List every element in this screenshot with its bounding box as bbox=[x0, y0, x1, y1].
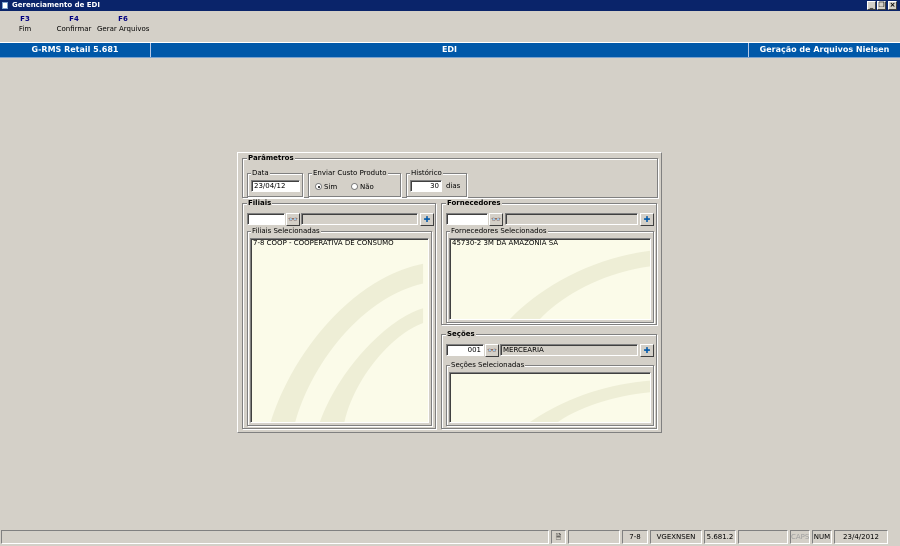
filiais-list[interactable]: 7-8 COOP - COOPERATIVA DE CONSUMO bbox=[250, 238, 429, 423]
status-document-cell[interactable]: 🗎 bbox=[551, 530, 566, 544]
fornecedores-list[interactable]: 45730-2 3M DA AMAZONIA SA bbox=[449, 238, 651, 320]
header-module: EDI bbox=[151, 43, 749, 57]
header-function: Geração de Arquivos Nielsen bbox=[759, 45, 890, 54]
radio-checked-icon bbox=[315, 183, 322, 190]
fornecedor-code-input[interactable] bbox=[446, 213, 488, 225]
parametros-title: Parâmetros bbox=[247, 154, 295, 162]
filiais-selecionadas-label: Filiais Selecionadas bbox=[251, 227, 321, 235]
fornecedores-selecionados-label: Fornecedores Selecionados bbox=[450, 227, 548, 235]
historico-unit: dias bbox=[446, 182, 461, 190]
close-button[interactable]: × bbox=[888, 1, 897, 10]
historico-label: Histórico bbox=[410, 169, 443, 177]
status-empty-cell bbox=[568, 530, 620, 544]
parametros-group: Parâmetros Data 23/04/12 Enviar Custo Pr… bbox=[242, 154, 658, 198]
watermark-swoosh bbox=[530, 380, 650, 422]
fornecedores-group: Fornecedores 👓 ✚ Fornecedores Selecionad… bbox=[441, 199, 657, 325]
toolbar-key: F3 bbox=[20, 15, 30, 23]
secao-search-button[interactable]: 👓 bbox=[485, 344, 499, 357]
data-label: Data bbox=[251, 169, 270, 177]
fornecedores-selecionados-group: Fornecedores Selecionados 45730-2 3M DA … bbox=[446, 227, 654, 323]
binoculars-icon: 👓 bbox=[487, 346, 497, 355]
enviar-custo-group: Enviar Custo Produto Sim Não bbox=[308, 169, 401, 197]
document-icon: 🗎 bbox=[555, 533, 562, 541]
header-strip: G-RMS Retail 5.681 EDI Geração de Arquiv… bbox=[0, 42, 900, 58]
historico-field[interactable]: 30 bbox=[410, 180, 442, 192]
toolbar-label: Confirmar bbox=[56, 25, 92, 33]
status-bar: 🗎 7-8 VGEXNSEN 5.681.2 CAPS NUM 23/4/201… bbox=[0, 529, 900, 546]
filial-code-input[interactable] bbox=[247, 213, 285, 225]
data-field[interactable]: 23/04/12 bbox=[251, 180, 300, 192]
radio-sim-label: Sim bbox=[324, 183, 338, 191]
status-filial: 7-8 bbox=[622, 530, 648, 544]
list-item[interactable]: 7-8 COOP - COOPERATIVA DE CONSUMO bbox=[251, 239, 428, 248]
filiais-selecionadas-group: Filiais Selecionadas 7-8 COOP - COOPERAT… bbox=[247, 227, 432, 426]
toolbar-label: Fim bbox=[18, 25, 32, 33]
edi-dialog: Parâmetros Data 23/04/12 Enviar Custo Pr… bbox=[237, 152, 662, 433]
secoes-list[interactable] bbox=[449, 372, 651, 423]
window-title: Gerenciamento de EDI bbox=[12, 1, 100, 9]
fornecedor-desc-field bbox=[505, 213, 638, 225]
list-item[interactable]: 45730-2 3M DA AMAZONIA SA bbox=[450, 239, 650, 248]
secao-add-button[interactable]: ✚ bbox=[640, 344, 654, 357]
window-title-bar: Gerenciamento de EDI _ ❐ × bbox=[0, 0, 900, 11]
historico-group: Histórico 30 dias bbox=[406, 169, 467, 197]
radio-nao[interactable]: Não bbox=[351, 183, 374, 192]
add-selection-icon: ✚ bbox=[423, 215, 431, 224]
filiais-title: Filiais bbox=[247, 199, 273, 207]
toolbar-key: F4 bbox=[69, 15, 79, 23]
secoes-selecionadas-label: Seções Selecionadas bbox=[450, 361, 526, 369]
toolbar-button-gerar-arquivos[interactable]: F6 Gerar Arquivos bbox=[97, 14, 149, 34]
status-num: NUM bbox=[812, 530, 832, 544]
toolbar-key: F6 bbox=[118, 15, 128, 23]
radio-sim[interactable]: Sim bbox=[315, 183, 337, 192]
restore-button[interactable]: ❐ bbox=[877, 1, 886, 10]
toolbar-button-fim[interactable]: F3 Fim bbox=[10, 14, 40, 34]
data-group: Data 23/04/12 bbox=[247, 169, 303, 197]
status-date: 23/4/2012 bbox=[834, 530, 888, 544]
filial-search-button[interactable]: 👓 bbox=[286, 213, 300, 226]
secao-code-input[interactable]: 001 bbox=[446, 344, 484, 356]
secoes-group: Seções 001 👓 MERCEARIA ✚ Seções Selecion… bbox=[441, 330, 657, 429]
toolbar-label: Gerar Arquivos bbox=[97, 25, 150, 33]
radio-unchecked-icon bbox=[351, 183, 358, 190]
secoes-selecionadas-group: Seções Selecionadas bbox=[446, 361, 654, 426]
status-message bbox=[1, 530, 549, 544]
status-version: 5.681.2 bbox=[704, 530, 736, 544]
minimize-button[interactable]: _ bbox=[867, 1, 876, 10]
fornecedores-title: Fornecedores bbox=[446, 199, 502, 207]
secao-desc-field: MERCEARIA bbox=[500, 344, 638, 356]
toolbar-button-confirmar[interactable]: F4 Confirmar bbox=[54, 14, 94, 34]
header-app-name: G-RMS Retail 5.681 bbox=[0, 43, 151, 57]
filiais-group: Filiais 👓 ✚ Filiais Selecionadas 7-8 COO… bbox=[242, 199, 436, 429]
watermark-swoosh bbox=[510, 250, 650, 319]
app-icon bbox=[2, 2, 8, 9]
secoes-title: Seções bbox=[446, 330, 476, 338]
binoculars-icon: 👓 bbox=[491, 215, 501, 224]
watermark-swoosh bbox=[270, 263, 424, 422]
status-caps: CAPS bbox=[790, 530, 810, 544]
enviar-custo-label: Enviar Custo Produto bbox=[312, 169, 388, 177]
add-selection-icon: ✚ bbox=[643, 215, 651, 224]
radio-nao-label: Não bbox=[360, 183, 374, 191]
filial-desc-field bbox=[301, 213, 418, 225]
filial-add-button[interactable]: ✚ bbox=[420, 213, 434, 226]
status-empty-cell-2 bbox=[738, 530, 788, 544]
binoculars-icon: 👓 bbox=[288, 215, 298, 224]
status-program: VGEXNSEN bbox=[650, 530, 702, 544]
add-selection-icon: ✚ bbox=[643, 346, 651, 355]
fornecedor-search-button[interactable]: 👓 bbox=[489, 213, 503, 226]
fornecedor-add-button[interactable]: ✚ bbox=[640, 213, 654, 226]
